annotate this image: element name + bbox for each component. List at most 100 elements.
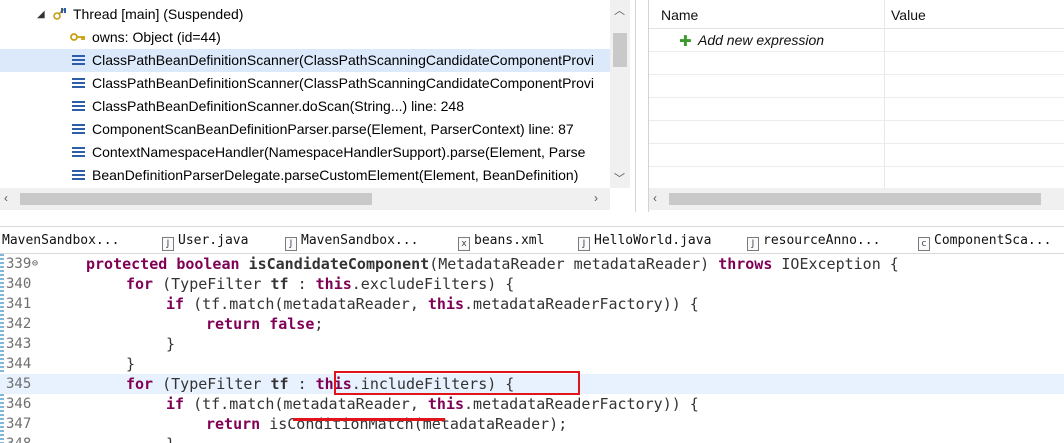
stack-frame-icon	[72, 124, 85, 135]
tab-label: resourceAnno...	[763, 233, 881, 248]
add-new-expression[interactable]: Add new expression	[698, 30, 824, 50]
code-text: IOException {	[781, 255, 899, 273]
line-number: 344	[6, 356, 32, 372]
highlight-box-annotation	[334, 371, 580, 395]
scrollbar-thumb[interactable]	[669, 193, 1041, 205]
stack-frame-icon	[72, 55, 85, 66]
stack-frame-row[interactable]: ClassPathBeanDefinitionScanner(ClassPath…	[0, 49, 610, 72]
lock-key-icon	[70, 33, 85, 41]
stack-frame-label: BeanDefinitionParserDelegate.parseCustom…	[92, 167, 579, 183]
expression-row	[649, 98, 1064, 121]
code-line-346[interactable]: 346 if (tf.match(metadataReader, this.me…	[0, 394, 1064, 414]
expressions-horizontal-scrollbar[interactable]: ‹	[649, 188, 1064, 210]
stack-frame-row[interactable]: ClassPathBeanDefinitionScanner.doScan(St…	[0, 95, 610, 118]
java-file-icon: J	[747, 237, 759, 251]
thread-suspended-icon	[53, 8, 66, 20]
keyword: if	[166, 395, 185, 413]
stack-frame-label: ClassPathBeanDefinitionScanner(ClassPath…	[92, 75, 594, 91]
code-text: .excludeFilters) {	[351, 275, 515, 293]
line-number: 341	[6, 296, 32, 312]
class-file-icon: c	[918, 237, 930, 251]
scrollbar-thumb[interactable]	[613, 33, 627, 67]
code-text: (TypeFilter	[162, 275, 262, 293]
editor-tab[interactable]: MavenSandbox...	[2, 227, 119, 254]
expand-toggle-icon[interactable]: ◢	[37, 3, 45, 26]
tab-label: beans.xml	[474, 233, 545, 248]
add-expression-icon[interactable]: ✚	[679, 32, 692, 50]
expression-row	[649, 144, 1064, 167]
expressions-table-header: Name Value	[649, 0, 1064, 29]
line-number: 345	[6, 376, 32, 392]
code-line-339[interactable]: 339 ⊖ protected boolean isCandidateCompo…	[0, 254, 1064, 274]
underline-annotation	[293, 418, 445, 421]
stack-frame-icon	[72, 170, 85, 181]
editor-tab[interactable]: x beans.xml	[458, 227, 544, 254]
expression-row	[649, 52, 1064, 75]
expression-row	[649, 75, 1064, 98]
tree-row-owns[interactable]: owns: Object (id=44)	[0, 26, 610, 49]
code-line-343[interactable]: 343 }	[0, 334, 1064, 354]
scroll-left-icon[interactable]: ‹	[653, 191, 657, 205]
tab-label: HelloWorld.java	[594, 233, 712, 248]
code-line-348[interactable]: 348 }	[0, 434, 1064, 443]
stack-frame-row[interactable]: ContextNamespaceHandler(NamespaceHandler…	[0, 141, 610, 164]
code-text: (tf.match(metadataReader,	[193, 295, 419, 313]
line-number: 346	[6, 396, 32, 412]
stack-frame-row[interactable]: BeanDefinitionParserDelegate.parseCustom…	[0, 164, 610, 187]
fold-collapse-icon[interactable]: ⊖	[32, 254, 38, 274]
java-file-icon: J	[162, 237, 174, 251]
tab-label: ComponentSca...	[934, 233, 1052, 248]
editor-tab[interactable]: J MavenSandbox...	[285, 227, 418, 254]
editor-tab[interactable]: JresourceAnno...	[747, 227, 880, 254]
java-file-icon: J	[285, 237, 297, 251]
code-line-340[interactable]: 340 for (TypeFilter tf : this.excludeFil…	[0, 274, 1064, 294]
line-number: 342	[6, 316, 32, 332]
code-line-342[interactable]: 342 return false;	[0, 314, 1064, 334]
stack-frame-label: ComponentScanBeanDefinitionParser.parse(…	[92, 121, 574, 137]
scrollbar-thumb[interactable]	[20, 193, 372, 205]
editor-tab[interactable]: J HelloWorld.java	[578, 227, 711, 254]
tab-label: User.java	[178, 233, 249, 248]
column-header-value[interactable]: Value	[891, 0, 926, 29]
thread-label: Thread [main] (Suspended)	[73, 6, 244, 22]
xml-file-icon: x	[458, 237, 470, 251]
stack-frame-row[interactable]: ClassPathBeanDefinitionScanner(ClassPath…	[0, 72, 610, 95]
scroll-right-icon[interactable]: ›	[594, 191, 598, 205]
keyword: for	[126, 375, 154, 393]
stack-frame-label: ClassPathBeanDefinitionScanner(ClassPath…	[92, 52, 594, 68]
code-text: }	[126, 355, 136, 373]
debug-view: ◢ Thread [main] (Suspended) owns: Object…	[0, 0, 636, 212]
method-name: isCandidateComponent	[248, 255, 430, 273]
code-text: }	[166, 434, 175, 443]
tree-row-thread[interactable]: ◢ Thread [main] (Suspended)	[0, 3, 610, 26]
owns-label: owns: Object (id=44)	[92, 29, 221, 45]
editor-tab[interactable]: J User.java	[162, 227, 248, 254]
tree-horizontal-scrollbar[interactable]: ‹ ›	[0, 188, 610, 210]
code-line-347[interactable]: 347 return isConditionMatch(metadataRead…	[0, 414, 1064, 434]
stack-frame-row[interactable]: ComponentScanBeanDefinitionParser.parse(…	[0, 118, 610, 141]
stack-frame-icon	[72, 147, 85, 158]
code-editor[interactable]: 339 ⊖ protected boolean isCandidateCompo…	[0, 254, 1064, 443]
editor-tab[interactable]: c ComponentSca...	[918, 227, 1051, 254]
keyword: for	[126, 275, 154, 293]
stack-frame-label: ContextNamespaceHandler(NamespaceHandler…	[92, 144, 586, 160]
code-line-341[interactable]: 341 if (tf.match(metadataReader, this.me…	[0, 294, 1064, 314]
tab-label: MavenSandbox...	[2, 233, 120, 248]
code-text: .metadataReaderFactory)) {	[464, 295, 699, 313]
code-text: :	[297, 275, 307, 293]
code-text: ;	[314, 315, 324, 333]
keyword: return	[206, 415, 261, 433]
scroll-left-icon[interactable]: ‹	[4, 191, 8, 205]
keyword: this	[427, 395, 465, 413]
tree-vertical-scrollbar[interactable]: ︿ ﹀	[610, 0, 630, 188]
keyword: false	[269, 315, 315, 333]
keyword: boolean	[176, 255, 240, 273]
keyword: throws	[718, 255, 773, 273]
code-text: .metadataReaderFactory)) {	[464, 395, 699, 413]
scroll-up-icon[interactable]: ︿	[614, 2, 625, 18]
stack-frame-icon	[72, 101, 85, 112]
scroll-down-icon[interactable]: ﹀	[614, 170, 625, 186]
keyword: this	[427, 295, 465, 313]
java-file-icon: J	[578, 237, 590, 251]
column-header-name[interactable]: Name	[661, 0, 698, 29]
